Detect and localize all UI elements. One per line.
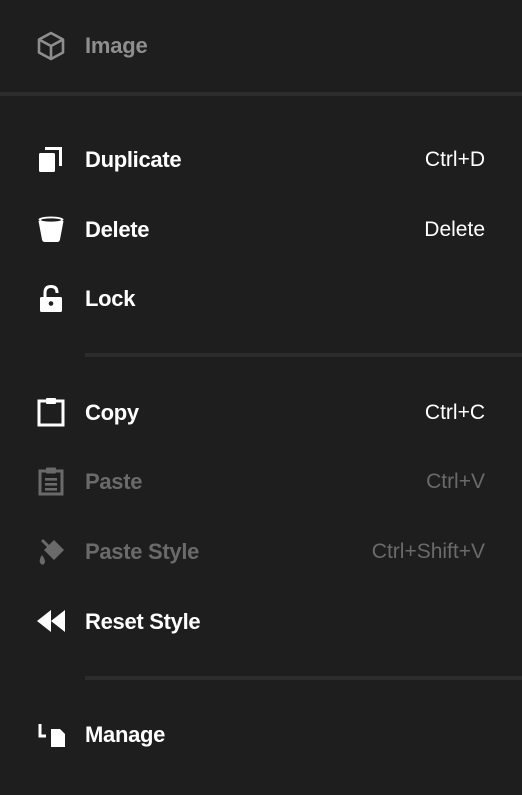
context-menu: Image Duplicate Ctrl+D Delete Delete Loc… xyxy=(0,0,522,795)
menu-item-label: Duplicate xyxy=(85,147,182,172)
separator xyxy=(85,676,522,680)
paint-bucket-icon xyxy=(36,536,66,566)
cube-icon xyxy=(35,30,67,62)
menu-item-reset-style[interactable]: Reset Style xyxy=(0,592,522,652)
menu-item-duplicate[interactable]: Duplicate Ctrl+D xyxy=(0,130,522,190)
menu-title: Image xyxy=(85,33,148,58)
separator xyxy=(85,353,522,357)
paste-icon xyxy=(36,466,66,496)
menu-item-delete[interactable]: Delete Delete xyxy=(0,200,522,260)
menu-item-paste-style[interactable]: Paste Style Ctrl+Shift+V xyxy=(0,522,522,582)
menu-item-lock[interactable]: Lock xyxy=(0,269,522,329)
trash-icon xyxy=(36,214,66,244)
shortcut-label: Ctrl+D xyxy=(424,148,485,171)
menu-header: Image xyxy=(0,0,522,92)
lock-icon xyxy=(36,283,66,313)
shortcut-label: Delete xyxy=(424,218,485,241)
menu-item-label: Reset Style xyxy=(85,609,201,634)
manage-icon xyxy=(36,719,66,749)
menu-item-label: Paste Style xyxy=(85,539,200,564)
rewind-icon xyxy=(36,606,66,636)
header-divider xyxy=(0,92,522,96)
menu-item-label: Lock xyxy=(85,286,136,311)
menu-item-copy[interactable]: Copy Ctrl+C xyxy=(0,383,522,443)
shortcut-label: Ctrl+V xyxy=(426,470,485,493)
duplicate-icon xyxy=(36,144,66,174)
menu-item-manage[interactable]: Manage xyxy=(0,705,522,765)
menu-item-label: Delete xyxy=(85,217,150,242)
menu-item-label: Paste xyxy=(85,469,143,494)
shortcut-label: Ctrl+Shift+V xyxy=(371,540,485,563)
shortcut-label: Ctrl+C xyxy=(424,401,485,424)
menu-item-label: Manage xyxy=(85,722,166,747)
menu-item-paste[interactable]: Paste Ctrl+V xyxy=(0,452,522,512)
menu-item-label: Copy xyxy=(85,400,139,425)
clipboard-icon xyxy=(36,397,66,427)
